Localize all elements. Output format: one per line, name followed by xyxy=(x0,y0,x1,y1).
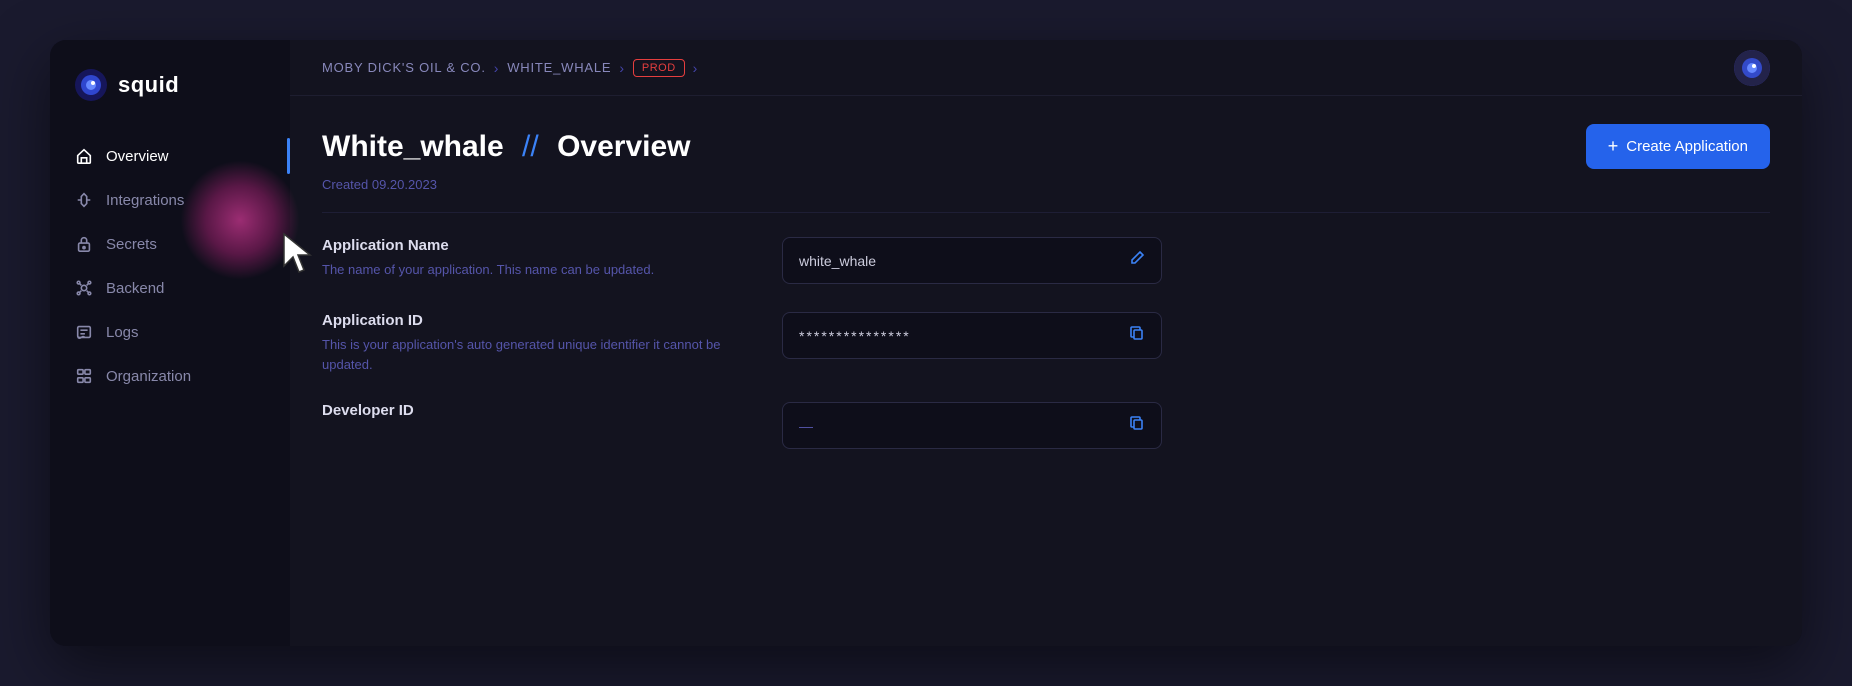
sidebar-item-backend[interactable]: Backend xyxy=(50,266,290,310)
breadcrumb: MOBY DICK'S OIL & CO. › WHITE_WHALE › pr… xyxy=(322,59,698,77)
app-id-field[interactable]: *************** xyxy=(782,312,1162,359)
form-row-app-name: Application Name The name of your applic… xyxy=(322,237,1770,284)
main-content: MOBY DICK'S OIL & CO. › WHITE_WHALE › pr… xyxy=(290,40,1802,646)
title-separator: // xyxy=(522,130,547,163)
sidebar-item-overview-label: Overview xyxy=(106,148,169,165)
env-badge[interactable]: prod xyxy=(633,59,685,77)
home-icon xyxy=(74,146,94,166)
app-name-input-col: white_whale xyxy=(782,237,1162,284)
create-application-button[interactable]: + Create Application xyxy=(1586,124,1770,169)
app-id-label: Application ID xyxy=(322,312,742,329)
breadcrumb-org: MOBY DICK'S OIL & CO. xyxy=(322,60,486,75)
app-id-label-col: Application ID This is your application'… xyxy=(322,312,742,374)
sidebar-item-integrations-label: Integrations xyxy=(106,192,184,209)
sidebar-item-secrets[interactable]: Secrets xyxy=(50,222,290,266)
page-title: White_whale // Overview xyxy=(322,130,690,164)
developer-id-label: Developer ID xyxy=(322,402,742,419)
created-date: Created 09.20.2023 xyxy=(322,177,1770,192)
sidebar-item-secrets-label: Secrets xyxy=(106,236,157,253)
logs-icon xyxy=(74,322,94,342)
squid-logo-icon xyxy=(74,68,108,102)
create-application-label: Create Application xyxy=(1626,138,1748,155)
sidebar-item-integrations[interactable]: Integrations xyxy=(50,178,290,222)
app-name-label: Application Name xyxy=(322,237,742,254)
page-title-section: Overview xyxy=(557,130,690,163)
topbar: MOBY DICK'S OIL & CO. › WHITE_WHALE › pr… xyxy=(290,40,1802,96)
breadcrumb-sep-3: › xyxy=(693,60,698,76)
sidebar-item-organization-label: Organization xyxy=(106,368,191,385)
logo-text: squid xyxy=(118,72,179,98)
developer-id-value: — xyxy=(799,418,813,434)
developer-id-label-col: Developer ID xyxy=(322,402,742,425)
organization-icon xyxy=(74,366,94,386)
form-row-developer-id: Developer ID — xyxy=(322,402,1770,449)
plus-icon: + xyxy=(1608,136,1619,157)
app-id-desc: This is your application's auto generate… xyxy=(322,335,742,374)
app-name-desc: The name of your application. This name … xyxy=(322,260,742,280)
app-name-field[interactable]: white_whale xyxy=(782,237,1162,284)
sidebar-item-organization[interactable]: Organization xyxy=(50,354,290,398)
app-id-value: *************** xyxy=(799,328,911,344)
form-row-app-id: Application ID This is your application'… xyxy=(322,312,1770,374)
sidebar-item-overview[interactable]: Overview xyxy=(50,134,290,178)
sidebar-item-backend-label: Backend xyxy=(106,280,164,297)
sidebar-nav: Overview Integrations xyxy=(50,126,290,646)
page-title-app: White_whale xyxy=(322,130,504,163)
app-name-value: white_whale xyxy=(799,253,876,269)
integrations-icon xyxy=(74,190,94,210)
page-header: White_whale // Overview + Create Applica… xyxy=(290,96,1802,192)
user-avatar[interactable] xyxy=(1734,50,1770,86)
form-content: Application Name The name of your applic… xyxy=(290,213,1802,646)
sidebar: squid Overview Inte xyxy=(50,40,290,646)
developer-id-field[interactable]: — xyxy=(782,402,1162,449)
avatar-icon xyxy=(1734,50,1770,86)
copy-icon-app-id[interactable] xyxy=(1129,325,1145,346)
developer-id-input-col: — xyxy=(782,402,1162,449)
app-name-label-col: Application Name The name of your applic… xyxy=(322,237,742,280)
copy-icon-developer-id[interactable] xyxy=(1129,415,1145,436)
app-window: squid Overview Inte xyxy=(50,40,1802,646)
sidebar-item-logs-label: Logs xyxy=(106,324,139,341)
edit-icon[interactable] xyxy=(1129,250,1145,271)
page-title-row: White_whale // Overview + Create Applica… xyxy=(322,124,1770,169)
breadcrumb-sep-2: › xyxy=(619,60,624,76)
logo-area: squid xyxy=(50,40,290,126)
sidebar-item-logs[interactable]: Logs xyxy=(50,310,290,354)
backend-icon xyxy=(74,278,94,298)
breadcrumb-app: WHITE_WHALE xyxy=(507,60,611,75)
breadcrumb-sep-1: › xyxy=(494,60,499,76)
app-id-input-col: *************** xyxy=(782,312,1162,359)
secrets-icon xyxy=(74,234,94,254)
